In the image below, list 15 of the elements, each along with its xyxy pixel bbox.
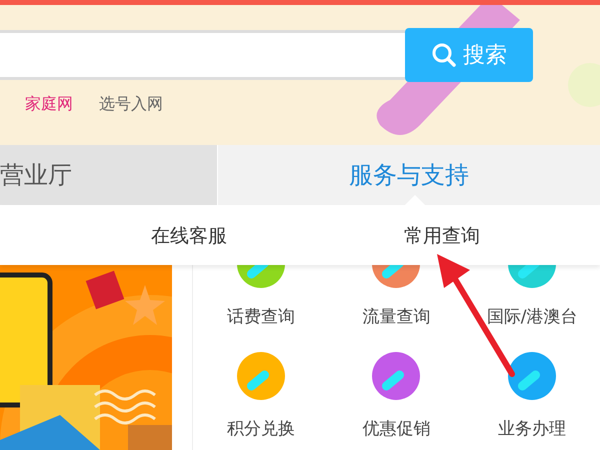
search-icon [431, 42, 457, 68]
submenu-item[interactable]: 在线客服 [151, 223, 227, 249]
service-link[interactable]: 优惠促销 [362, 417, 430, 440]
service-link[interactable]: 话费查询 [226, 305, 295, 328]
service-link[interactable]: 国际/港澳台 [486, 305, 578, 328]
service-link[interactable]: 积分兑换 [226, 417, 295, 440]
tab[interactable]: 营业厅 [0, 145, 218, 205]
service-link[interactable]: 业务办理 [498, 417, 566, 440]
nav-link[interactable]: 选号入网 [99, 94, 163, 115]
service-link[interactable]: 流量查询 [362, 305, 430, 328]
service-icon[interactable] [508, 352, 556, 400]
service-icon[interactable] [372, 352, 420, 400]
search-field[interactable] [0, 30, 405, 80]
nav-link[interactable]: 家庭网 [25, 94, 73, 115]
submenu-item[interactable]: 常用查询 [404, 223, 480, 249]
